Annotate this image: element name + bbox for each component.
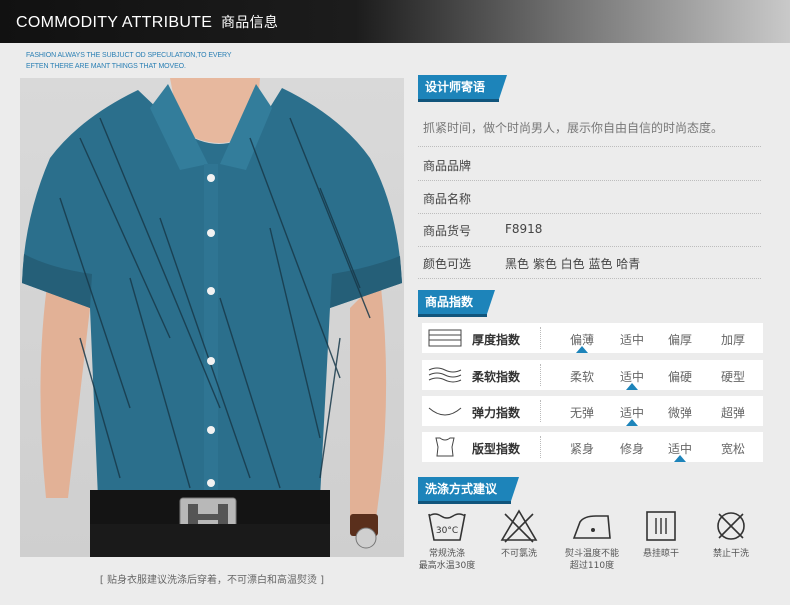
product-photo [20,78,404,557]
left-arm [40,278,90,498]
slogan-line-1: FASHION ALWAYS THE SUBJUCT OD SPECULATIO… [26,52,232,59]
hang-dry-icon [646,511,676,541]
index-label: 柔软指数 [472,370,521,384]
wash-label: 熨斗温度不能 [564,549,619,559]
divider [418,278,761,279]
wash-label: 最高水温30度 [418,561,476,571]
wash-temp: 30°C [436,526,458,536]
index-option: 宽松 [720,442,745,456]
index-selected-marker [674,455,686,462]
header-title-cn: 商品信息 [220,14,279,30]
index-row-thickness: 厚度指数 偏薄 适中 偏厚 加厚 [422,323,763,353]
wash-item: 不可氯洗 [484,508,554,560]
wash-item: 禁止干洗 [696,508,766,560]
attr-label-name: 商品名称 [423,192,472,206]
index-heading: 商品指数 [418,290,496,317]
wash-label: 悬挂晾干 [642,549,679,559]
wash-label: 常规洗涤 [428,549,465,559]
index-row-softness: 柔软指数 柔软 适中 偏硬 硬型 [422,360,763,390]
index-label: 版型指数 [472,442,521,456]
index-option: 适中 [619,333,644,347]
designer-message: 抓紧时间，做个时尚男人，展示你自由自信的时尚态度。 [423,121,724,135]
elasticity-icon [428,407,462,416]
wash-label: 禁止干洗 [712,549,749,559]
divider [418,180,761,181]
index-option: 偏硬 [667,370,692,384]
header-title-en: COMMODITY ATTRIBUTE [16,14,213,31]
fit-icon [435,437,455,457]
photo-caption: [ 贴身衣服建议洗涤后穿着，不可漂白和高温熨烫 ] [99,575,325,586]
index-option: 硬型 [720,370,745,384]
index-option: 修身 [619,442,644,456]
wash-label: 不可氯洗 [500,549,537,559]
divider [418,213,761,214]
index-label: 弹力指数 [472,406,521,420]
attr-label-sku: 商品货号 [423,224,472,238]
index-selected-marker [626,383,638,390]
header-title: COMMODITY ATTRIBUTE 商品信息 [16,12,278,32]
slogan-line-2: EFTEN THERE ARE MANT THINGS THAT MOVEO. [26,63,186,70]
thickness-icon [428,329,462,347]
wash-30-icon: 30°C [428,513,466,541]
divider [418,246,761,247]
index-label: 厚度指数 [472,333,521,347]
attr-value-sku: F8918 [505,222,543,236]
softness-icon [428,367,462,383]
no-bleach-icon [500,509,538,543]
index-option: 加厚 [720,333,745,347]
wash-item: 30°C 常规洗涤 最高水温30度 [412,508,482,572]
trousers [90,524,330,557]
index-selected-marker [576,346,588,353]
index-option: 柔软 [569,370,594,384]
designer-heading: 设计师寄语 [418,75,508,102]
index-row-elasticity: 弹力指数 无弹 适中 微弹 超弹 [422,396,763,426]
attr-value-colors: 黑色 紫色 白色 蓝色 哈青 [505,257,641,271]
shirt-illustration [22,78,402,557]
divider [418,146,761,147]
wash-item: 悬挂晾干 [626,508,696,560]
iron-icon [572,515,611,539]
header-banner: COMMODITY ATTRIBUTE 商品信息 [0,0,790,43]
slogan: FASHION ALWAYS THE SUBJUCT OD SPECULATIO… [26,50,232,72]
placket [204,164,218,498]
index-row-fit: 版型指数 紧身 修身 适中 宽松 [422,432,763,462]
index-selected-marker [626,419,638,426]
wash-label: 超过110度 [569,561,615,571]
index-option: 偏厚 [667,333,692,347]
index-option: 微弹 [667,406,692,420]
index-option: 紧身 [569,442,594,456]
index-option: 无弹 [569,406,594,420]
washing-heading: 洗涤方式建议 [418,477,520,504]
index-option: 超弹 [720,406,745,420]
wash-item: 熨斗温度不能 超过110度 [557,508,627,572]
no-tumble-dry-icon [717,512,745,540]
attr-label-colors: 颜色可选 [423,257,472,271]
attr-label-brand: 商品品牌 [423,159,472,173]
